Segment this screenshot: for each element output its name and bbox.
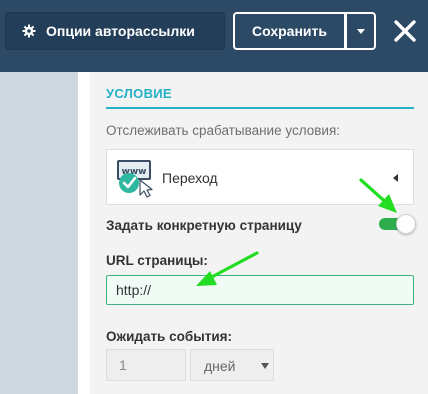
web-transition-icon: www: [116, 158, 156, 198]
url-label: URL страницы:: [106, 253, 208, 268]
section-title: УСЛОВИЕ: [106, 86, 172, 101]
chevron-left-icon: [393, 174, 398, 182]
url-input[interactable]: [106, 275, 414, 305]
selected-condition-text: Переход: [162, 170, 218, 186]
close-icon: [394, 20, 416, 42]
left-sidebar-panel: [0, 72, 78, 394]
caret-down-icon: [261, 363, 269, 369]
wait-unit-select[interactable]: дней: [190, 349, 274, 381]
condition-settings-panel: [90, 72, 428, 394]
toggle-knob: [396, 214, 416, 234]
gear-icon: [22, 24, 36, 38]
panel-divider: [78, 72, 90, 394]
wait-amount-input[interactable]: [106, 349, 186, 381]
mailing-options-label: Опции авторассылки: [46, 23, 195, 39]
section-underline: [106, 107, 414, 109]
save-options-dropdown-button[interactable]: [346, 12, 376, 50]
save-button[interactable]: Сохранить: [233, 12, 346, 50]
specific-page-toggle[interactable]: [379, 214, 417, 234]
caret-down-icon: [356, 28, 365, 34]
specific-page-label: Задать конкретную страницу: [106, 218, 302, 233]
close-button[interactable]: [388, 14, 422, 48]
track-condition-label: Отслеживать срабатывание условия:: [106, 123, 341, 138]
wait-event-label: Ожидать события:: [106, 329, 233, 344]
save-button-label: Сохранить: [252, 23, 327, 39]
wait-unit-value: дней: [204, 358, 236, 374]
mailing-options-button[interactable]: Опции авторассылки: [5, 12, 225, 50]
condition-type-select[interactable]: www Переход: [106, 149, 414, 205]
